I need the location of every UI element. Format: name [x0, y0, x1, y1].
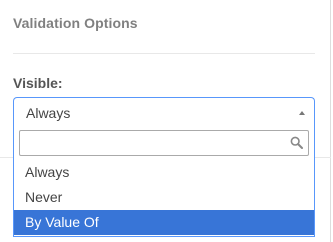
search-icon — [290, 136, 303, 149]
option-never[interactable]: Never — [14, 185, 314, 210]
visible-select[interactable]: Always — [13, 97, 315, 127]
option-always[interactable]: Always — [14, 160, 314, 185]
section-title: Validation Options — [13, 15, 138, 31]
visible-dropdown: Always Never By Value Of — [13, 127, 315, 237]
dropdown-search-input[interactable] — [20, 131, 286, 155]
visible-select-value: Always — [26, 105, 71, 121]
visible-label: Visible: — [13, 75, 63, 91]
dropdown-options: Always Never By Value Of — [14, 160, 314, 235]
dropdown-search[interactable] — [19, 130, 309, 156]
validation-options-panel: Validation Options Visible: Always Alway… — [0, 0, 331, 242]
caret-up-icon[interactable] — [299, 111, 305, 115]
section-divider — [13, 53, 315, 54]
option-by-value-of[interactable]: By Value Of — [14, 210, 314, 235]
